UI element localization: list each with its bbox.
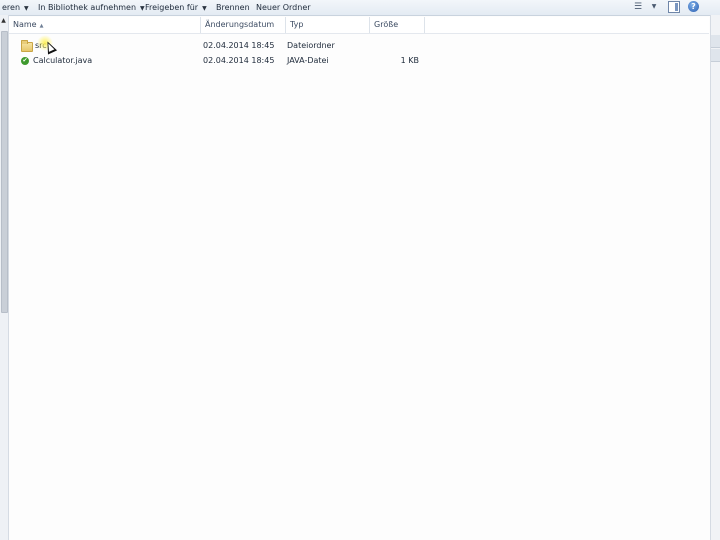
scroll-thumb[interactable] xyxy=(1,31,8,313)
help-icon[interactable]: ? xyxy=(688,1,699,12)
file-row-java[interactable]: ✔ Calculator.java 02.04.2014 18:45 JAVA-… xyxy=(9,54,429,68)
column-header-name-label: Name xyxy=(13,20,37,29)
scroll-up-icon[interactable]: ▲ xyxy=(0,17,7,27)
chevron-down-icon: ▼ xyxy=(140,5,145,12)
column-header-date[interactable]: Änderungsdatum xyxy=(201,17,286,33)
navigation-pane-scrollbar[interactable]: ▲ xyxy=(0,15,9,540)
toolbar-burn-button[interactable]: Brennen xyxy=(216,2,250,13)
file-date: 02.04.2014 18:45 xyxy=(203,56,275,65)
column-header-size[interactable]: Größe xyxy=(370,17,425,33)
preview-pane-icon[interactable] xyxy=(668,1,680,13)
toolbar-organize-label: eren xyxy=(2,3,21,12)
column-header-date-label: Änderungsdatum xyxy=(205,20,275,29)
toolbar-share-with-button[interactable]: Freigeben für ▼ xyxy=(145,2,207,13)
view-dropdown-icon[interactable]: ▼ xyxy=(650,1,658,13)
file-date: 02.04.2014 18:45 xyxy=(203,41,275,50)
toolbar-new-folder-button[interactable]: Neuer Ordner xyxy=(256,2,311,13)
toolbar-burn-label: Brennen xyxy=(216,3,250,12)
scroll-segment xyxy=(711,35,720,48)
java-file-icon: ✔ xyxy=(21,57,29,65)
column-header-row: Name ▲ Änderungsdatum Typ Größe xyxy=(9,17,709,34)
column-header-name[interactable]: Name ▲ xyxy=(9,17,201,33)
chevron-down-icon: ▼ xyxy=(202,5,207,12)
toolbar-add-to-library-label: In Bibliothek aufnehmen xyxy=(38,3,137,12)
column-header-type[interactable]: Typ xyxy=(286,17,370,33)
file-row-folder[interactable]: src 02.04.2014 18:45 Dateiordner xyxy=(9,39,429,53)
file-type: Dateiordner xyxy=(287,41,335,50)
scroll-segment xyxy=(711,49,720,62)
folder-icon xyxy=(21,40,33,52)
right-scrollbar[interactable] xyxy=(710,15,720,540)
file-size: 1 KB xyxy=(400,56,419,65)
toolbar-add-to-library-button[interactable]: In Bibliothek aufnehmen ▼ xyxy=(38,2,145,13)
view-options-icon[interactable]: ☰ xyxy=(632,1,644,13)
toolbar-new-folder-label: Neuer Ordner xyxy=(256,3,311,12)
file-size xyxy=(371,39,419,53)
file-type: JAVA-Datei xyxy=(287,56,329,65)
file-name: Calculator.java xyxy=(33,56,93,65)
toolbar-share-with-label: Freigeben für xyxy=(145,3,199,12)
toolbar-organize-button[interactable]: eren ▼ xyxy=(2,2,29,13)
column-header-size-label: Größe xyxy=(374,20,399,29)
chevron-down-icon: ▼ xyxy=(24,5,29,12)
column-header-type-label: Typ xyxy=(290,20,304,29)
command-bar: eren ▼ In Bibliothek aufnehmen ▼ Freigeben… xyxy=(0,0,720,16)
sort-ascending-icon: ▲ xyxy=(39,23,44,29)
